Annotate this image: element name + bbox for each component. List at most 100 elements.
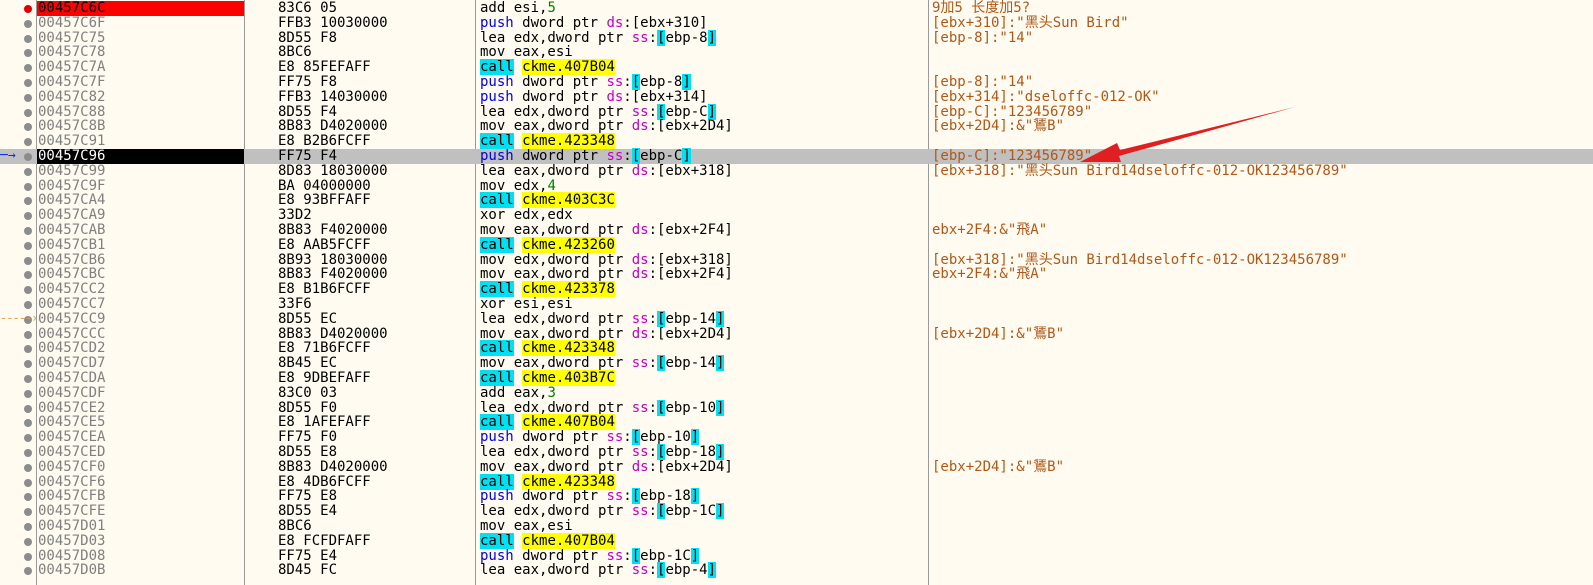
row-gutter[interactable]	[0, 179, 36, 194]
address-cell[interactable]: 00457C75	[37, 30, 244, 46]
row-gutter[interactable]	[0, 105, 36, 120]
bytes-cell[interactable]: 33F6	[278, 297, 312, 312]
bytes-cell[interactable]: FF75 F8	[278, 75, 337, 90]
row-gutter[interactable]	[0, 208, 36, 223]
row-gutter[interactable]	[0, 267, 36, 282]
bytes-cell[interactable]: FF75 E8	[278, 489, 337, 504]
address-cell[interactable]: 00457C78	[37, 45, 244, 60]
disasm-row[interactable]: 00457CD2 E8 71B6FCFF call ckme.423348	[0, 340, 1593, 357]
row-gutter[interactable]	[0, 31, 36, 46]
disasm-row[interactable]: 00457CE2 8D55 F0 lea edx,dword ptr ss:[ebp…	[0, 399, 1593, 416]
bullet-dot-icon[interactable]	[24, 537, 32, 546]
row-gutter[interactable]: -----›	[0, 311, 38, 327]
address-cell[interactable]: 00457CB1	[37, 237, 244, 253]
disasm-row[interactable]: 00457CFE 8D55 E4 lea edx,dword ptr ss:[ebp…	[0, 503, 1593, 520]
bullet-dot-icon[interactable]	[24, 434, 32, 443]
instruction-cell[interactable]: push dword ptr ss:[ebp-1C]	[480, 547, 700, 564]
disasm-row[interactable]: 00457CBC 8B83 F4020000 mov eax,dword ptr d…	[0, 267, 1593, 282]
disasm-row[interactable]: 00457CA9 33D2 xor edx,edx	[0, 208, 1593, 223]
comment-cell[interactable]: [ebp-8]:"14"	[932, 30, 1033, 46]
row-gutter[interactable]	[0, 549, 36, 564]
address-cell[interactable]: 00457CDF	[37, 385, 244, 401]
row-gutter[interactable]	[0, 16, 36, 31]
bytes-cell[interactable]: 8D55 F4	[278, 104, 337, 120]
instruction-cell[interactable]: lea eax,dword ptr ss:[ebp-4]	[480, 562, 717, 579]
address-cell[interactable]: 00457D03	[37, 533, 244, 549]
bytes-cell[interactable]: E8 B1B6FCFF	[278, 282, 371, 297]
disasm-row[interactable]: 00457CFB FF75 E8 push dword ptr ss:[ebp-18…	[0, 488, 1593, 505]
bullet-dot-icon[interactable]	[24, 493, 32, 502]
bullet-dot-icon[interactable]	[24, 79, 32, 87]
bytes-cell[interactable]: 8BC6	[278, 45, 312, 60]
bullet-dot-icon[interactable]	[24, 301, 32, 309]
row-gutter[interactable]	[0, 223, 36, 238]
disasm-row[interactable]: 00457C75 8D55 F8 lea edx,dword ptr ss:[ebp…	[0, 29, 1593, 46]
bullet-dot-icon[interactable]	[24, 286, 32, 295]
row-gutter[interactable]	[0, 401, 36, 416]
address-cell[interactable]: 00457CF6	[37, 474, 244, 490]
bullet-dot-icon[interactable]	[24, 34, 32, 43]
disasm-row[interactable]: 00457C9F BA 04000000 mov edx,4	[0, 178, 1593, 194]
address-cell[interactable]: 00457CB6	[37, 252, 244, 268]
bytes-cell[interactable]: 8D55 F0	[278, 400, 337, 416]
address-cell[interactable]: 00457D01	[37, 519, 244, 534]
instruction-cell[interactable]: call ckme.423260	[480, 236, 615, 253]
row-gutter[interactable]	[0, 75, 36, 90]
row-gutter[interactable]	[0, 341, 36, 356]
disasm-row[interactable]: -----› 00457CC9 8D55 EC lea edx,dword ptr s…	[0, 310, 1593, 327]
address-cell[interactable]: 00457CFB	[37, 489, 244, 504]
bullet-dot-icon[interactable]	[24, 330, 32, 339]
disasm-row[interactable]: 00457C7F FF75 F8 push dword ptr ss:[ebp-8]…	[0, 74, 1593, 90]
bytes-cell[interactable]: 8D83 18030000	[278, 163, 388, 179]
row-gutter[interactable]	[0, 327, 36, 342]
instruction-cell[interactable]: mov eax,dword ptr ds:[ebx+2F4]	[480, 267, 733, 282]
address-cell[interactable]: 00457CCC	[37, 326, 244, 342]
bullet-dot-icon[interactable]	[24, 197, 32, 206]
address-cell[interactable]: 00457C99	[37, 163, 244, 179]
bytes-cell[interactable]: 8B83 D4020000	[278, 459, 388, 475]
disasm-row[interactable]: 00457CAB 8B83 F4020000 mov eax,dword ptr d…	[0, 223, 1593, 238]
bullet-dot-icon[interactable]	[24, 389, 32, 398]
disasm-row[interactable]: 00457CCC 8B83 D4020000 mov eax,dword ptr d…	[0, 326, 1593, 342]
disasm-row[interactable]: 00457C7A E8 85FEFAFF call ckme.407B04	[0, 59, 1593, 76]
bullet-dot-icon[interactable]	[24, 463, 32, 472]
bullet-dot-icon[interactable]	[24, 345, 32, 354]
row-gutter[interactable]	[0, 60, 36, 75]
bytes-cell[interactable]: FFB3 14030000	[278, 89, 388, 105]
instruction-cell[interactable]: lea edx,dword ptr ss:[ebp-8]	[480, 29, 717, 46]
disasm-row[interactable]: 00457CB6 8B93 18030000 mov edx,dword ptr d…	[0, 252, 1593, 268]
comment-cell[interactable]: [ebx+314]:"dseloffc-012-OK"	[932, 89, 1160, 105]
bullet-dot-icon[interactable]	[24, 419, 32, 428]
address-cell[interactable]: 00457CBC	[37, 267, 244, 282]
address-cell[interactable]: 00457CDA	[37, 371, 244, 386]
row-gutter[interactable]	[0, 45, 36, 60]
bullet-dot-icon[interactable]	[24, 49, 32, 58]
disasm-row[interactable]: 00457C6C 83C6 05 add esi,5 9加5 长度加5?	[0, 1, 1593, 16]
bullet-dot-icon[interactable]	[24, 523, 32, 531]
bytes-cell[interactable]: E8 85FEFAFF	[278, 60, 371, 75]
address-cell[interactable]: 00457CD7	[37, 356, 244, 371]
instruction-cell[interactable]: lea edx,dword ptr ss:[ebp-18]	[480, 444, 725, 460]
instruction-cell[interactable]: mov edx,4	[480, 178, 556, 194]
bytes-cell[interactable]: FFB3 10030000	[278, 15, 388, 31]
address-cell[interactable]: 00457CC9	[37, 311, 244, 327]
address-cell[interactable]: 00457CFE	[37, 504, 244, 519]
disasm-row[interactable]: 00457C82 FFB3 14030000 push dword ptr ds:[…	[0, 89, 1593, 105]
row-gutter[interactable]	[0, 563, 36, 578]
row-gutter[interactable]	[0, 253, 36, 268]
comment-cell[interactable]: [ebp-C]:"123456789"	[932, 104, 1092, 120]
bytes-cell[interactable]: 83C6 05	[278, 1, 337, 16]
disasm-row[interactable]: 00457CB1 E8 AAB5FCFF call ckme.423260	[0, 236, 1593, 253]
disassembly-view[interactable]: 00457C6C 83C6 05 add esi,5 9加5 长度加5? 00457C6…	[0, 0, 1593, 585]
comment-cell[interactable]: [ebx+318]:"黑头Sun Bird14dseloffc-012-OK12…	[932, 252, 1348, 268]
address-cell[interactable]: 00457C6C	[37, 1, 244, 16]
row-gutter[interactable]	[0, 430, 36, 445]
instruction-cell[interactable]: mov eax,esi	[480, 519, 573, 534]
address-cell[interactable]: 00457CAB	[37, 223, 244, 238]
address-cell[interactable]: 00457CC7	[37, 297, 244, 312]
bytes-cell[interactable]: E8 AAB5FCFF	[278, 237, 371, 253]
row-gutter[interactable]	[0, 371, 36, 386]
address-cell[interactable]: 00457C8B	[37, 119, 244, 134]
instruction-cell[interactable]: mov eax,dword ptr ds:[ebx+2D4]	[480, 119, 733, 134]
bytes-cell[interactable]: BA 04000000	[278, 178, 371, 194]
